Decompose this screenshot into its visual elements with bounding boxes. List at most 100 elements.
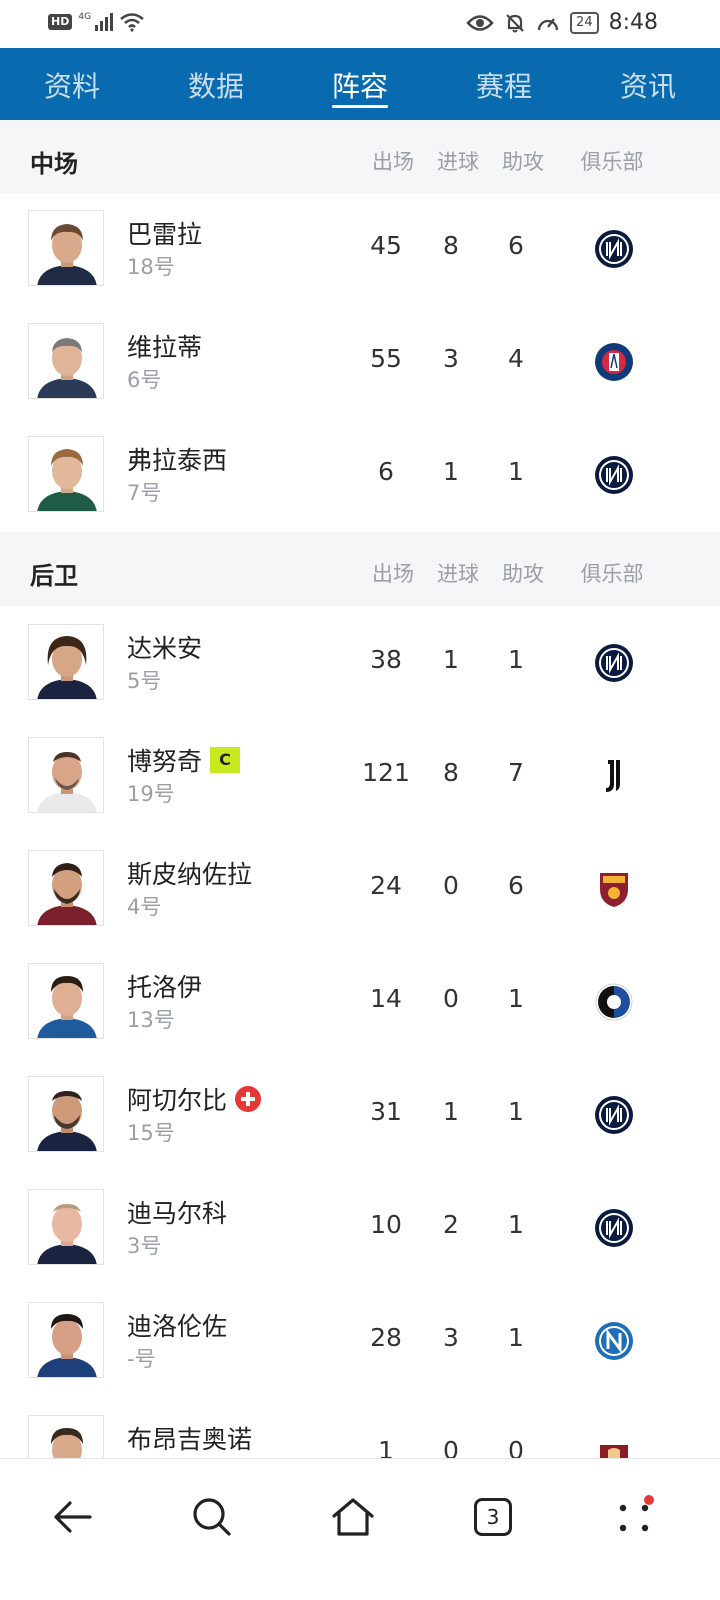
player-name: 博努奇 C [127,742,241,778]
tabs-button[interactable]: 3 [463,1487,523,1547]
player-avatar [28,624,104,700]
mute-bell-icon [506,13,524,32]
search-icon [193,1498,231,1536]
roma-logo-icon [600,873,628,907]
section-title: 后卫 [30,562,78,590]
stat-assists: 4 [508,344,524,373]
stat-goals: 8 [443,758,459,787]
stat-goals: 0 [443,871,459,900]
inter-logo-icon [595,456,633,494]
home-icon [332,1498,374,1536]
stat-assists: 6 [508,871,524,900]
player-row[interactable]: 迪洛伦佐 -号 28 3 1 [0,1285,720,1398]
player-row[interactable]: 达米安 5号 38 1 1 [0,607,720,720]
player-number: 5号 [127,669,162,693]
player-avatar [28,436,104,512]
player-number: 15号 [127,1121,175,1145]
column-header-goals: 进球 [437,150,479,174]
stat-goals: 1 [443,1097,459,1126]
tab-schedule[interactable]: 赛程 [432,48,576,120]
column-header-club: 俱乐部 [580,150,644,174]
player-row[interactable]: 阿切尔比 15号 31 1 1 [0,1059,720,1172]
player-name: 迪洛伦佐 [127,1312,228,1341]
tab-news[interactable]: 资讯 [576,48,720,120]
top-tab-bar: 资料 数据 阵容 赛程 资讯 [0,48,720,120]
player-row[interactable]: 迪马尔科 3号 10 2 1 [0,1172,720,1285]
section-title: 中场 [30,150,78,178]
captain-badge: C [210,747,241,773]
tab-stats[interactable]: 数据 [144,48,288,120]
tabs-icon: 3 [474,1498,512,1536]
player-name: 阿切尔比 [127,1081,262,1117]
swiss-flag-icon [235,1086,262,1112]
status-bar: HD 4G 24 8:48 [0,0,720,48]
stat-apps: 38 [370,645,402,674]
speed-icon [537,17,559,30]
stat-goals: 3 [443,1323,459,1352]
player-number: -号 [127,1347,156,1371]
stat-goals: 2 [443,1210,459,1239]
player-avatar [28,210,104,286]
player-row[interactable]: 斯皮纳佐拉 4号 24 0 6 [0,833,720,946]
player-row[interactable]: 弗拉泰西 7号 6 1 1 [0,419,720,532]
section-header-midfield: 中场 出场 进球 助攻 俱乐部 [0,120,720,194]
player-number: 7号 [127,481,162,505]
stat-assists: 7 [508,758,524,787]
eye-icon [466,14,494,31]
player-row[interactable]: 维拉蒂 6号 55 3 4 [0,306,720,419]
hd-badge: HD [48,14,73,30]
stat-apps: 28 [370,1323,402,1352]
menu-dots-icon [619,1495,654,1532]
atalanta-logo-icon [595,983,633,1021]
tab-squad[interactable]: 阵容 [288,48,432,120]
inter-logo-icon [595,230,633,268]
inter-logo-icon [595,1096,633,1134]
juventus-logo-icon [606,760,620,792]
player-name: 布昂吉奥诺 [127,1425,253,1454]
back-arrow-icon [54,1501,92,1533]
tab-profile[interactable]: 资料 [0,48,144,120]
stat-assists: 1 [508,645,524,674]
player-number: 3号 [127,1234,162,1258]
player-avatar [28,1302,104,1378]
stat-assists: 1 [508,1097,524,1126]
stat-apps: 6 [378,457,394,486]
stat-apps: 31 [370,1097,402,1126]
column-header-apps: 出场 [372,150,414,174]
wifi-icon [120,13,144,32]
column-header-goals: 进球 [437,562,479,586]
column-header-assists: 助攻 [502,150,544,174]
player-number: 6号 [127,368,162,392]
inter-logo-icon [595,1209,633,1247]
player-avatar [28,323,104,399]
stat-assists: 1 [508,984,524,1013]
player-avatar [28,1189,104,1265]
stat-apps: 10 [370,1210,402,1239]
search-button[interactable] [182,1487,242,1547]
battery-icon: 24 [570,11,599,34]
home-button[interactable] [323,1487,383,1547]
signal-icon: 4G [78,13,114,31]
player-name: 托洛伊 [127,973,203,1002]
menu-button[interactable] [604,1487,664,1547]
player-avatar [28,1076,104,1152]
player-avatar [28,850,104,926]
player-number: 18号 [127,255,175,279]
player-name: 迪马尔科 [127,1199,228,1228]
player-row[interactable]: 博努奇 C 19号 121 8 7 [0,720,720,833]
stat-goals: 3 [443,344,459,373]
bottom-nav-bar: 3 [0,1458,720,1600]
player-row[interactable]: 巴雷拉 18号 45 8 6 [0,193,720,306]
player-avatar [28,963,104,1039]
stat-assists: 1 [508,1210,524,1239]
psg-logo-icon [595,343,633,381]
player-avatar [28,737,104,813]
stat-assists: 1 [508,457,524,486]
column-header-apps: 出场 [372,562,414,586]
back-button[interactable] [42,1487,102,1547]
stat-apps: 14 [370,984,402,1013]
player-name: 弗拉泰西 [127,446,228,475]
napoli-logo-icon [595,1322,633,1360]
player-row[interactable]: 托洛伊 13号 14 0 1 [0,946,720,1059]
stat-apps: 55 [370,344,402,373]
